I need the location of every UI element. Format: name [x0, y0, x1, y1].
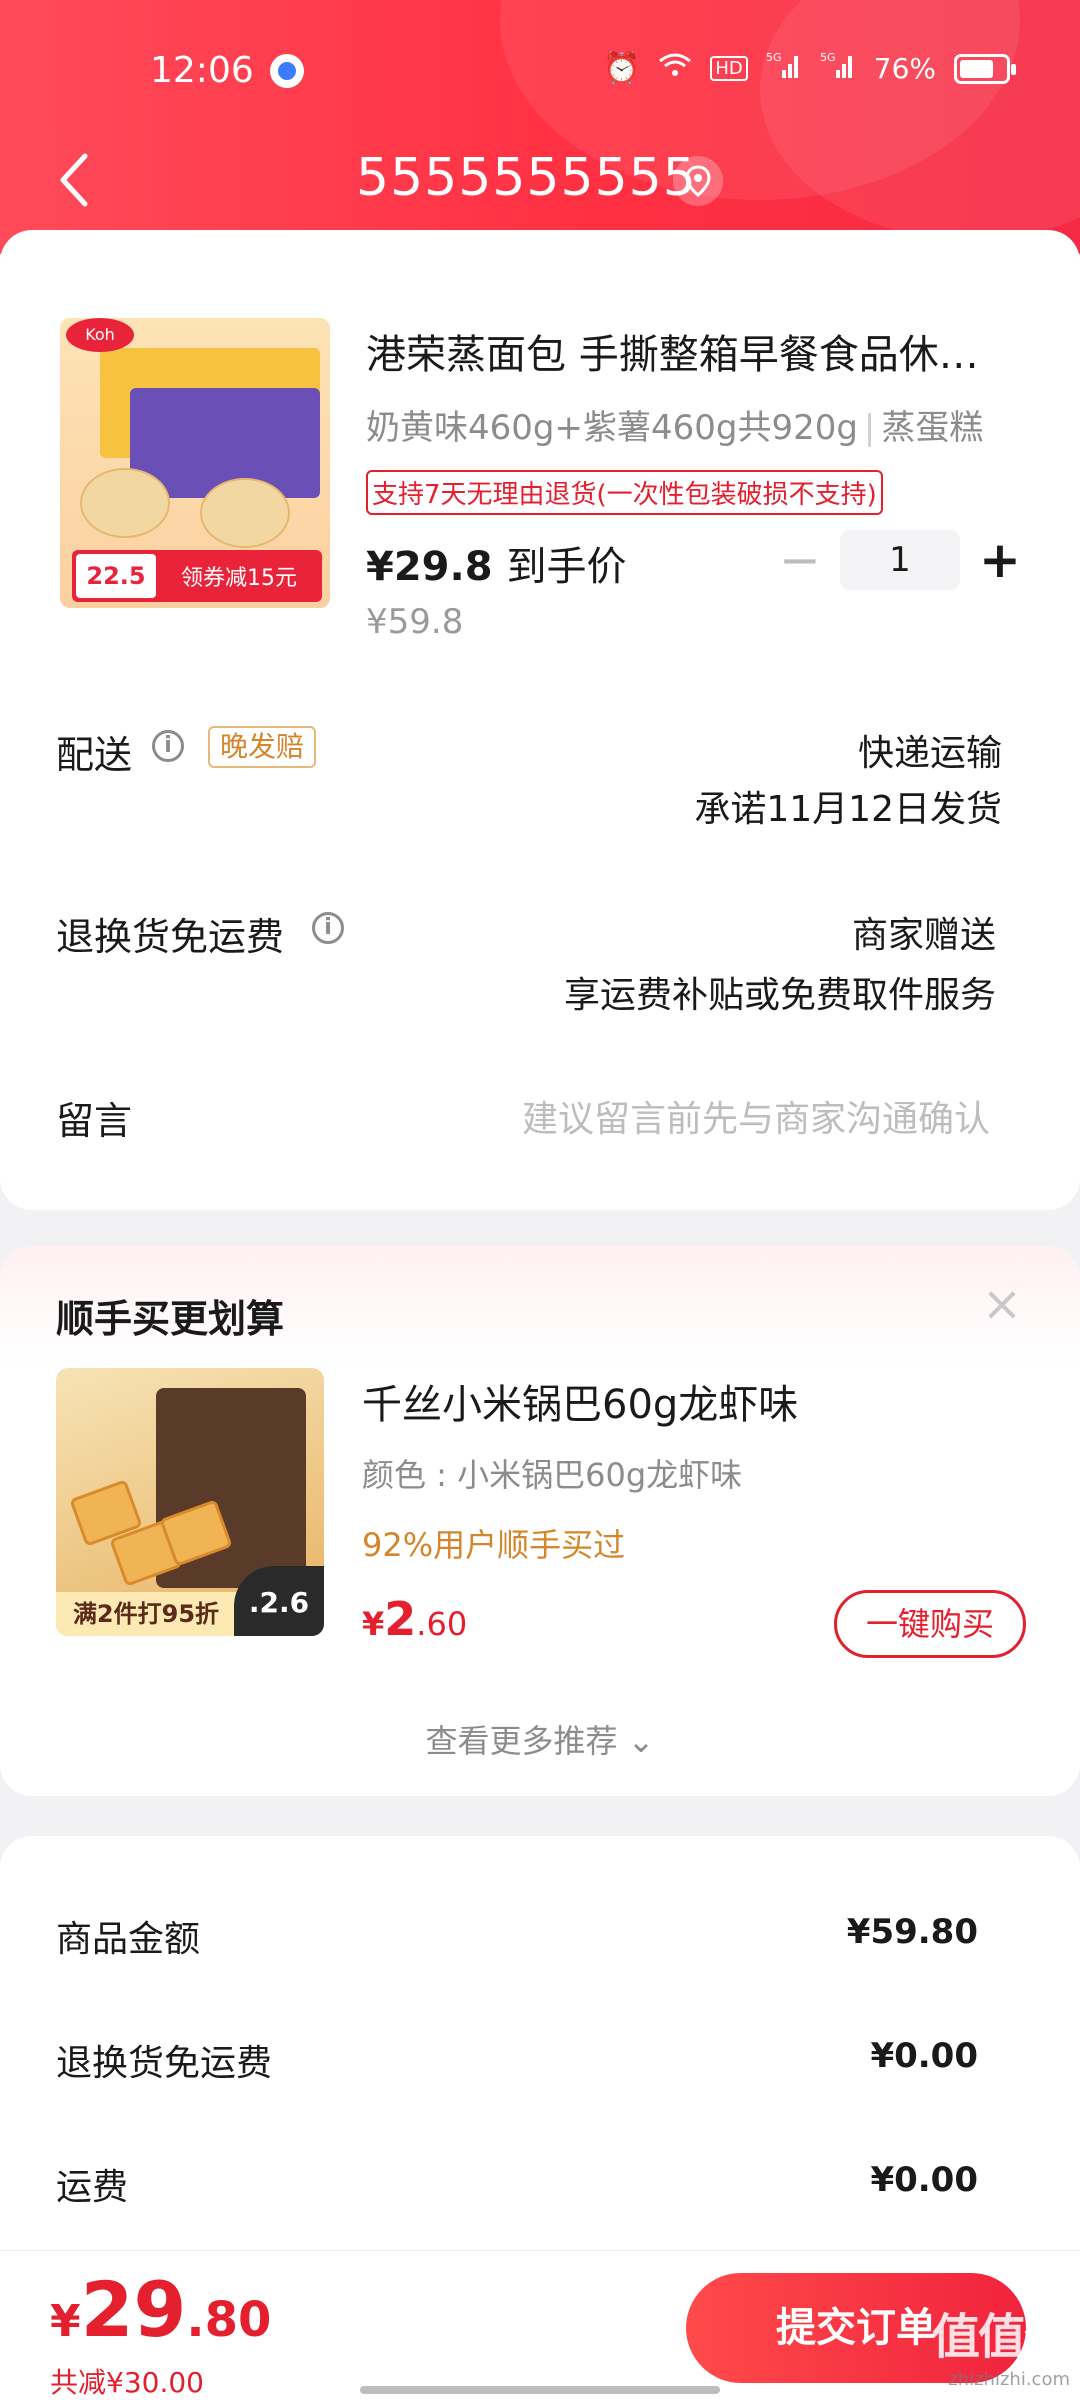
total-dec: .80 — [186, 2292, 272, 2348]
header: 12:06 ⏰ HD 5G 5G 76% 5555555555 — [0, 0, 1080, 254]
final-price: ¥29.8 到手价 — [366, 534, 626, 592]
recommend-card: 顺手买更划算 × 满2件打95折 .2.6 千丝小米锅巴60g龙虾味 颜色 : … — [0, 1246, 1080, 1796]
badge-price: 22.5 — [76, 554, 156, 598]
summary-value: ¥0.00 — [870, 2160, 978, 2200]
header-decoration — [760, 0, 1080, 240]
recommend-product-name[interactable]: 千丝小米锅巴60g龙虾味 — [362, 1372, 798, 1430]
recommend-image-promo: 满2件打95折 — [56, 1592, 236, 1636]
signal-5g-icon: 5G — [820, 50, 856, 87]
checkout-bar: ¥29.80 共减¥30.00 提交订单 值值值 zhizhizhi.com — [0, 2250, 1080, 2400]
recommend-price-dec: .60 — [416, 1605, 468, 1643]
total-price: ¥29.80 — [50, 2265, 271, 2354]
product-image-bun — [200, 478, 290, 548]
product-image-badge: 22.5 领券减15元 — [72, 550, 322, 602]
chevron-left-icon — [60, 153, 88, 207]
decrease-quantity-button[interactable]: − — [770, 530, 830, 594]
total-int: 29 — [80, 2265, 187, 2354]
product-spec[interactable]: 奶黄味460g+紫薯460g共920g | 蒸蛋糕 — [366, 400, 983, 449]
recommend-price: ¥2.60 — [362, 1592, 467, 1646]
quantity-stepper: − 1 + — [770, 530, 1030, 594]
battery-level — [960, 59, 993, 78]
summary-value: ¥0.00 — [870, 2036, 978, 2076]
more-recommend-link[interactable]: 查看更多推荐 ⌄ — [0, 1716, 1080, 1762]
info-icon[interactable]: i — [152, 730, 184, 762]
svg-text:5G: 5G — [766, 51, 782, 64]
hd-icon: HD — [710, 56, 748, 81]
increase-quantity-button[interactable]: + — [970, 530, 1030, 594]
signal-5g-icon: 5G — [766, 50, 802, 87]
close-icon[interactable]: × — [980, 1280, 1024, 1328]
delivery-method: 快递运输 — [857, 733, 1002, 774]
product-category: 蒸蛋糕 — [881, 408, 984, 448]
quantity-input[interactable]: 1 — [840, 530, 960, 590]
return-shipping-label: 退换货免运费 — [56, 915, 285, 959]
alarm-icon: ⏰ — [603, 51, 641, 86]
status-time: 12:06 — [150, 50, 254, 91]
recommend-purchase-rate: 92%用户顺手买过 — [362, 1526, 626, 1564]
product-spec-text: 奶黄味460g+紫薯460g共920g — [366, 408, 858, 448]
status-icons: ⏰ HD 5G 5G 76% — [603, 50, 1016, 87]
total-discount: 共减¥30.00 — [50, 2366, 204, 2399]
remark-label: 留言 — [56, 1099, 133, 1143]
status-bar: 12:06 ⏰ HD 5G 5G 76% — [0, 40, 1080, 100]
wifi-icon — [658, 51, 692, 86]
recommend-product-image[interactable]: 满2件打95折 .2.6 — [56, 1368, 324, 1636]
recommend-product-spec: 颜色 : 小米锅巴60g龙虾味 — [362, 1456, 743, 1494]
battery-icon — [954, 53, 1016, 84]
app-notification-icon — [270, 54, 304, 88]
return-policy-tag: 支持7天无理由退货(一次性包装破损不支持) — [366, 470, 883, 515]
watermark: 值值值 — [931, 2309, 1072, 2365]
recommend-image-price: .2.6 — [234, 1566, 324, 1636]
late-compensation-tag: 晚发赔 — [208, 726, 317, 768]
final-price-value: ¥29.8 — [366, 544, 493, 590]
summary-label: 商品金额 — [56, 1919, 201, 1960]
delivery-promise: 承诺11月12日发货 — [694, 789, 1002, 830]
return-shipping-detail: 享运费补贴或免费取件服务 — [563, 975, 996, 1016]
product-image[interactable]: Koh 22.5 领券减15元 — [60, 318, 330, 608]
summary-label: 退换货免运费 — [56, 2043, 273, 2084]
original-price: ¥59.8 — [366, 602, 464, 642]
battery-text: 76% — [873, 52, 936, 85]
quick-buy-button[interactable]: 一键购买 — [834, 1590, 1026, 1658]
info-icon[interactable]: i — [312, 912, 344, 944]
svg-text:5G: 5G — [820, 51, 836, 64]
home-indicator[interactable] — [360, 2386, 720, 2394]
remark-input[interactable]: 建议留言前先与商家沟通确认 — [522, 1090, 990, 1142]
final-price-label: 到手价 — [506, 544, 627, 590]
summary-value: ¥59.80 — [846, 1912, 978, 1952]
delivery-label: 配送 — [56, 733, 133, 777]
return-shipping-provider: 商家赠送 — [851, 915, 996, 956]
watermark-url: zhizhizhi.com — [948, 2369, 1070, 2390]
product-title[interactable]: 港荣蒸面包 手撕整箱早餐食品休… — [366, 322, 1006, 380]
order-item-card: Koh 22.5 领券减15元 港荣蒸面包 手撕整箱早餐食品休… 奶黄味460g… — [0, 230, 1080, 1210]
summary-label: 运费 — [56, 2167, 129, 2208]
recommend-title: 顺手买更划算 — [56, 1297, 285, 1341]
product-image-bun — [80, 468, 170, 538]
back-button[interactable] — [55, 150, 105, 210]
page-title: 5555555555 — [356, 148, 697, 208]
location-icon[interactable] — [673, 156, 723, 206]
recommend-price-currency: ¥ — [362, 1605, 385, 1643]
recommend-price-int: 2 — [384, 1592, 417, 1646]
spec-divider: | — [863, 408, 876, 448]
brand-logo: Koh — [66, 318, 134, 352]
badge-text: 领券减15元 — [181, 566, 297, 591]
total-currency: ¥ — [50, 2296, 81, 2347]
